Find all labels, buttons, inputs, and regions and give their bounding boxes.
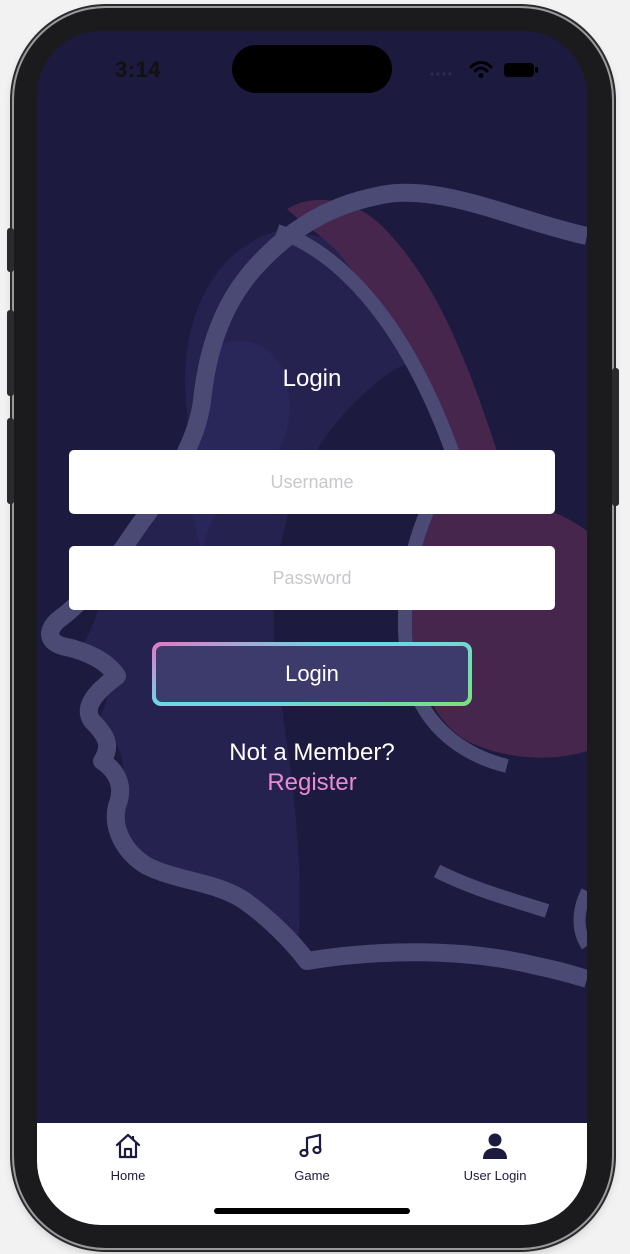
tab-home[interactable]: Home	[68, 1131, 188, 1183]
music-note-icon	[252, 1131, 372, 1161]
home-icon	[68, 1131, 188, 1161]
status-time: 3:14	[115, 57, 162, 82]
tab-game[interactable]: Game	[252, 1131, 372, 1183]
action-button	[7, 228, 14, 272]
battery-icon	[503, 61, 539, 84]
register-link[interactable]: Register	[37, 769, 587, 797]
login-title: Login	[282, 365, 342, 392]
login-button[interactable]: Login	[156, 646, 468, 702]
signal-icon	[429, 64, 459, 82]
status-icons	[429, 61, 539, 84]
dynamic-island	[232, 45, 392, 93]
app-screen: 3:14 Login Login	[37, 31, 587, 1225]
login-button-border: Login	[152, 642, 472, 706]
tab-user-login-label: User Login	[463, 1168, 527, 1183]
user-icon	[435, 1131, 555, 1161]
home-indicator	[214, 1208, 410, 1214]
tab-home-label: Home	[110, 1168, 146, 1183]
power-button	[612, 368, 619, 506]
username-input[interactable]	[69, 450, 555, 514]
tab-game-label: Game	[294, 1168, 330, 1183]
wifi-icon	[469, 61, 493, 84]
tab-user-login[interactable]: User Login	[435, 1131, 555, 1183]
volume-down-button	[7, 418, 14, 504]
password-input[interactable]	[69, 546, 555, 610]
volume-up-button	[7, 310, 14, 396]
not-member-text: Not a Member?	[229, 739, 395, 766]
